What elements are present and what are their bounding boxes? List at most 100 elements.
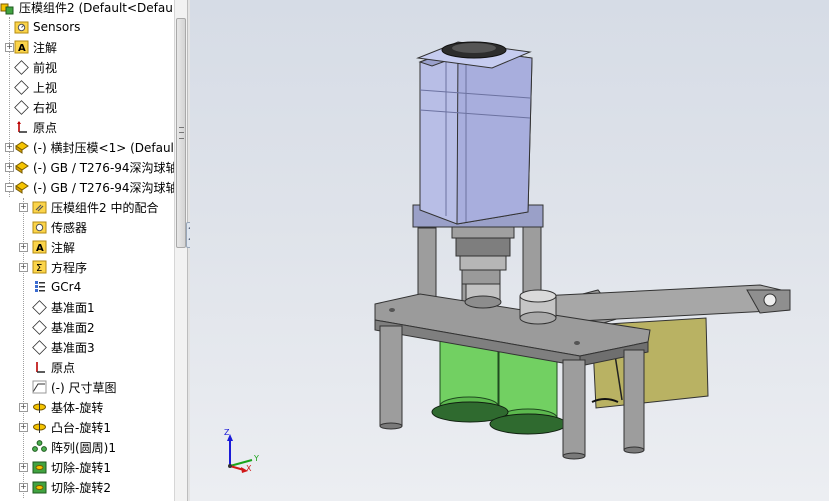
material-icon <box>32 280 47 295</box>
tree-item-sketch[interactable]: (-) 尺寸草图 <box>32 377 117 397</box>
expand-toggle[interactable]: + <box>19 423 28 432</box>
tree-item-label: 右视 <box>33 100 58 115</box>
tree-item-cut-revolve-1[interactable]: 切除-旋转1 <box>32 457 111 477</box>
plane-icon <box>32 319 47 335</box>
tree-item-material[interactable]: GCr4 <box>32 277 81 297</box>
plane-icon <box>32 339 47 355</box>
tree-item-label: 基体-旋转 <box>51 400 104 415</box>
plane-icon <box>14 79 29 95</box>
tree-item-label: 切除-旋转1 <box>51 460 111 475</box>
origin-icon <box>32 360 47 375</box>
revolve-icon <box>32 420 47 435</box>
plane-icon <box>14 59 29 75</box>
part-icon <box>14 160 29 175</box>
revolve-icon <box>32 400 47 415</box>
origin-icon <box>14 120 29 135</box>
annotation-icon: A <box>14 40 29 55</box>
expand-toggle[interactable]: + <box>19 243 28 252</box>
expand-toggle[interactable]: + <box>5 143 14 152</box>
expand-toggle[interactable]: + <box>19 483 28 492</box>
expand-toggle[interactable]: + <box>19 263 28 272</box>
tree-item-label: 方程序 <box>51 260 88 275</box>
cut-revolve-icon <box>32 460 47 475</box>
tree-root[interactable]: 压模组件2 (Default<Default <box>0 0 174 17</box>
axis-triad: Z Y X <box>218 428 268 474</box>
assembly-model <box>374 41 791 460</box>
tree-item-revolve-boss[interactable]: 凸台-旋转1 <box>32 417 111 437</box>
feature-tree: 压模组件2 (Default<Default Sensors + A 注解 前视… <box>0 0 174 501</box>
tree-item-label: 上视 <box>33 80 58 95</box>
tree-item-right-plane[interactable]: 右视 <box>14 97 57 117</box>
tree-item-plane1[interactable]: 基准面1 <box>32 297 95 317</box>
x-axis-label: X <box>246 464 252 473</box>
tree-item-circular-pattern[interactable]: 阵列(圆周)1 <box>32 437 116 457</box>
collapse-toggle[interactable]: − <box>5 183 14 192</box>
svg-text:A: A <box>18 43 26 54</box>
tree-item-equations[interactable]: Σ 方程序 <box>32 257 87 277</box>
tree-item-label: 压模组件2 中的配合 <box>51 200 159 215</box>
tree-item-label: (-) 横封压模<1> (Default <box>33 140 174 155</box>
tree-item-mates[interactable]: 压模组件2 中的配合 <box>32 197 158 217</box>
tree-item-label: 基准面3 <box>51 340 95 355</box>
sensor-icon <box>14 20 29 35</box>
tree-item-label: 阵列(圆周)1 <box>51 440 116 455</box>
part-icon <box>14 140 29 155</box>
cut-revolve-icon <box>32 480 47 495</box>
sensor-icon <box>32 220 47 235</box>
expand-toggle[interactable]: + <box>19 203 28 212</box>
tree-item-component-1[interactable]: (-) 横封压模<1> (Default <box>14 137 174 157</box>
expand-toggle[interactable]: + <box>5 43 14 52</box>
tree-item-annotations[interactable]: A 注解 <box>14 37 57 57</box>
annotation-icon: A <box>32 240 47 255</box>
tree-item-label: 原点 <box>51 360 76 375</box>
tree-item-plane3[interactable]: 基准面3 <box>32 337 95 357</box>
plane-icon <box>32 299 47 315</box>
y-axis-label: Y <box>254 454 259 463</box>
tree-item-annotations-sub[interactable]: A 注解 <box>32 237 75 257</box>
tree-item-label: 前视 <box>33 60 58 75</box>
expand-toggle[interactable]: + <box>19 403 28 412</box>
tree-item-label: 切除-旋转2 <box>51 480 111 495</box>
tree-item-plane2[interactable]: 基准面2 <box>32 317 95 337</box>
tree-item-origin[interactable]: 原点 <box>14 117 57 137</box>
graphics-viewport[interactable]: Z Y X <box>190 0 829 501</box>
tree-item-label: 原点 <box>33 120 58 135</box>
tree-item-sensors[interactable]: Sensors <box>14 17 80 37</box>
plane-icon <box>14 99 29 115</box>
expand-toggle[interactable]: + <box>19 463 28 472</box>
tree-item-label: 注解 <box>33 40 58 55</box>
tree-item-component-2[interactable]: (-) GB / T276-94深沟球轴 <box>14 157 174 177</box>
tree-item-front-plane[interactable]: 前视 <box>14 57 57 77</box>
tree-item-top-plane[interactable]: 上视 <box>14 77 57 97</box>
tree-item-label: (-) 尺寸草图 <box>51 380 117 395</box>
tree-root-label: 压模组件2 (Default<Default <box>19 0 174 15</box>
circular-pattern-icon <box>32 440 47 455</box>
support-post <box>623 349 645 451</box>
z-axis-label: Z <box>224 428 230 437</box>
scroll-grip-icon <box>179 127 184 139</box>
tree-item-label: 基准面1 <box>51 300 95 315</box>
tree-item-origin-sub[interactable]: 原点 <box>32 357 75 377</box>
tree-item-label: (-) GB / T276-94深沟球轴 <box>33 180 174 195</box>
support-post <box>379 325 403 427</box>
equations-icon: Σ <box>32 260 47 275</box>
tree-item-sensors-sub[interactable]: 传感器 <box>32 217 87 237</box>
svg-text:Σ: Σ <box>36 263 42 274</box>
tree-item-label: 凸台-旋转1 <box>51 420 111 435</box>
tree-item-label: (-) GB / T276-94深沟球轴 <box>33 160 174 175</box>
gear <box>489 413 567 435</box>
tree-item-revolve-base[interactable]: 基体-旋转 <box>32 397 103 417</box>
tree-item-label: 传感器 <box>51 220 88 235</box>
tree-item-label: GCr4 <box>51 280 82 294</box>
assembly-icon <box>0 0 15 15</box>
tree-item-component-3[interactable]: (-) GB / T276-94深沟球轴 <box>14 177 174 197</box>
expand-toggle[interactable]: + <box>5 163 14 172</box>
support-post <box>562 359 586 457</box>
scrollbar-thumb[interactable] <box>176 18 186 248</box>
tree-item-label: 注解 <box>51 240 76 255</box>
svg-text:A: A <box>36 243 44 254</box>
part-icon <box>14 180 29 195</box>
tree-item-label: Sensors <box>33 20 81 34</box>
tree-item-label: 基准面2 <box>51 320 95 335</box>
tree-item-cut-revolve-2[interactable]: 切除-旋转2 <box>32 477 111 497</box>
